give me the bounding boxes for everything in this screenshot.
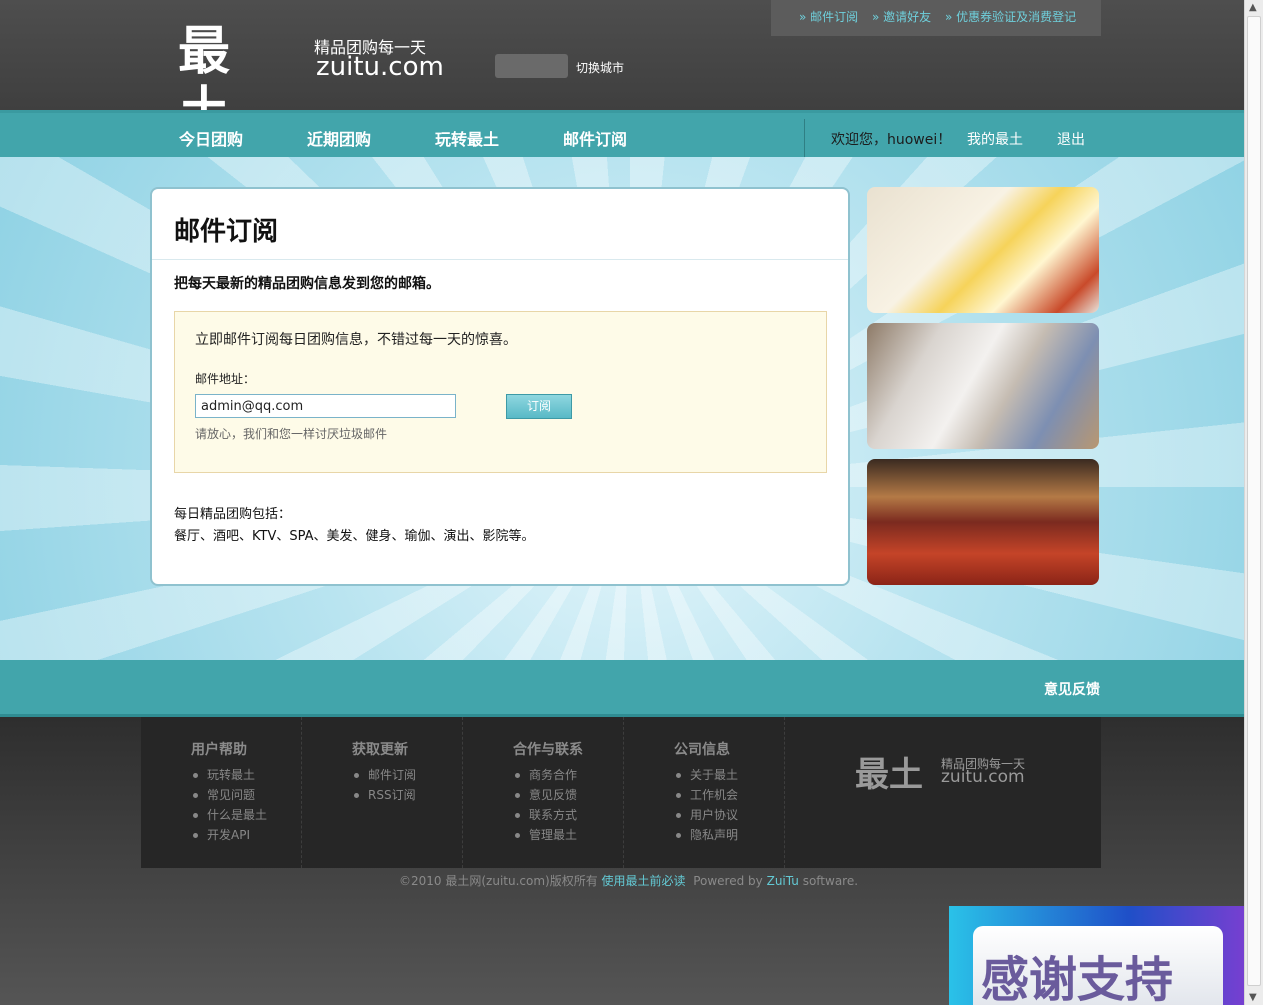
powered-prefix: Powered by <box>693 874 763 888</box>
scroll-up-arrow-icon[interactable]: ▲ <box>1249 2 1257 13</box>
theater-photo <box>867 459 1099 585</box>
yoga-photo <box>867 323 1099 449</box>
top-links: 邮件订阅 邀请好友 优惠券验证及消费登记 <box>771 0 1101 36</box>
toplink-invite-friends[interactable]: 邀请好友 <box>872 10 931 24</box>
nav-how-it-works[interactable]: 玩转最土 <box>435 126 499 150</box>
email-label: 邮件地址： <box>195 372 256 386</box>
footer-link[interactable]: RSS订阅 <box>354 785 416 805</box>
copyright: ©2010 最土网(zuitu.com)版权所有 使用最土前必读 Powered… <box>399 872 858 889</box>
footer-link[interactable]: 管理最土 <box>515 825 577 845</box>
welcome-text: 欢迎您，huowei！ <box>831 132 952 148</box>
footer-link[interactable]: 什么是最土 <box>193 805 267 825</box>
includes-list: 餐厅、酒吧、KTV、SPA、美发、健身、瑜伽、演出、影院等。 <box>174 529 535 544</box>
footer-col-title: 公司信息 <box>674 742 730 758</box>
footer-logo-en: zuitu.com <box>941 767 1025 787</box>
footer-logo-zh: 最土 <box>855 755 923 795</box>
logo-text-en: zuitu.com <box>316 52 444 82</box>
footer-link[interactable]: 联系方式 <box>515 805 577 825</box>
title-divider <box>152 259 848 260</box>
thanks-banner-inner: 感谢支持 <box>973 926 1223 1005</box>
vertical-scrollbar[interactable]: ▲ ▼ <box>1244 0 1263 1005</box>
footer-link[interactable]: 常见问题 <box>193 785 267 805</box>
scroll-thumb[interactable] <box>1247 16 1261 986</box>
must-read-link[interactable]: 使用最土前必读 <box>602 874 686 888</box>
includes-title: 每日精品团购包括： <box>174 507 292 522</box>
footer-link[interactable]: 隐私声明 <box>676 825 738 845</box>
nav-today-deals[interactable]: 今日团购 <box>179 126 243 150</box>
email-input[interactable] <box>195 394 456 418</box>
nav-email-subscribe[interactable]: 邮件订阅 <box>563 126 627 150</box>
spam-note: 请放心，我们和您一样讨厌垃圾邮件 <box>195 427 388 441</box>
subscribe-button[interactable]: 订阅 <box>506 394 572 419</box>
footer-link[interactable]: 关于最土 <box>676 765 738 785</box>
footer-link[interactable]: 开发API <box>193 825 267 845</box>
footer-bar: 意见反馈 <box>0 660 1244 717</box>
feedback-link[interactable]: 意见反馈 <box>1044 679 1100 699</box>
site-header: 邮件订阅 邀请好友 优惠券验证及消费登记 最土 精品团购每一天 zuitu.co… <box>0 0 1244 142</box>
my-account-link[interactable]: 我的最土 <box>967 129 1023 149</box>
footer-col-contact: 合作与联系 商务合作 意见反馈 联系方式 管理最土 <box>463 717 624 868</box>
switch-city-link[interactable]: 切换城市 <box>576 59 624 76</box>
subscribe-card: 邮件订阅 把每天最新的精品团购信息发到您的邮箱。 立即邮件订阅每日团购信息，不错… <box>150 187 850 586</box>
footer-col-help: 用户帮助 玩转最土 常见问题 什么是最土 开发API <box>141 717 302 868</box>
powered-suffix: software. <box>802 874 859 888</box>
footer-link[interactable]: 商务合作 <box>515 765 577 785</box>
footer-col-title: 获取更新 <box>352 742 408 758</box>
subscribe-form: 立即邮件订阅每日团购信息，不错过每一天的惊喜。 邮件地址： 订阅 请放心，我们和… <box>174 311 827 473</box>
footer-link[interactable]: 意见反馈 <box>515 785 577 805</box>
logout-link[interactable]: 退出 <box>1057 129 1085 149</box>
toplink-email-subscribe[interactable]: 邮件订阅 <box>799 10 858 24</box>
footer-col-title: 合作与联系 <box>513 742 583 758</box>
footer-link[interactable]: 玩转最土 <box>193 765 267 785</box>
main-content: 邮件订阅 把每天最新的精品团购信息发到您的邮箱。 立即邮件订阅每日团购信息，不错… <box>0 157 1244 660</box>
copyright-text: ©2010 最土网(zuitu.com)版权所有 <box>399 874 598 888</box>
toplink-coupon-verify[interactable]: 优惠券验证及消费登记 <box>945 10 1076 24</box>
zuitu-link[interactable]: ZuiTu <box>767 874 799 888</box>
nav-recent-deals[interactable]: 近期团购 <box>307 126 371 150</box>
footer-link[interactable]: 工作机会 <box>676 785 738 805</box>
thanks-banner[interactable]: 感谢支持 <box>949 906 1249 1005</box>
current-city-box[interactable] <box>495 54 568 78</box>
footer-link[interactable]: 用户协议 <box>676 805 738 825</box>
footer-col-company: 公司信息 关于最土 工作机会 用户协议 隐私声明 <box>624 717 785 868</box>
footer-col-updates: 获取更新 邮件订阅 RSS订阅 <box>302 717 463 868</box>
page-subtitle: 把每天最新的精品团购信息发到您的邮箱。 <box>174 276 440 292</box>
footer-link[interactable]: 邮件订阅 <box>354 765 416 785</box>
main-nav: 今日团购 近期团购 玩转最土 邮件订阅 欢迎您，huowei！ 我的最土 退出 <box>0 110 1244 157</box>
thanks-text: 感谢支持 <box>981 952 1174 1005</box>
scroll-down-arrow-icon[interactable]: ▼ <box>1249 992 1257 1003</box>
footer-panel: 用户帮助 玩转最土 常见问题 什么是最土 开发API 获取更新 邮件订阅 RSS… <box>141 717 1101 868</box>
form-intro: 立即邮件订阅每日团购信息，不错过每一天的惊喜。 <box>195 332 517 348</box>
includes-info: 每日精品团购包括： 餐厅、酒吧、KTV、SPA、美发、健身、瑜伽、演出、影院等。 <box>174 504 535 548</box>
nav-divider <box>804 119 805 157</box>
page-title: 邮件订阅 <box>174 217 279 247</box>
food-photo <box>867 187 1099 313</box>
footer-col-title: 用户帮助 <box>191 742 247 758</box>
